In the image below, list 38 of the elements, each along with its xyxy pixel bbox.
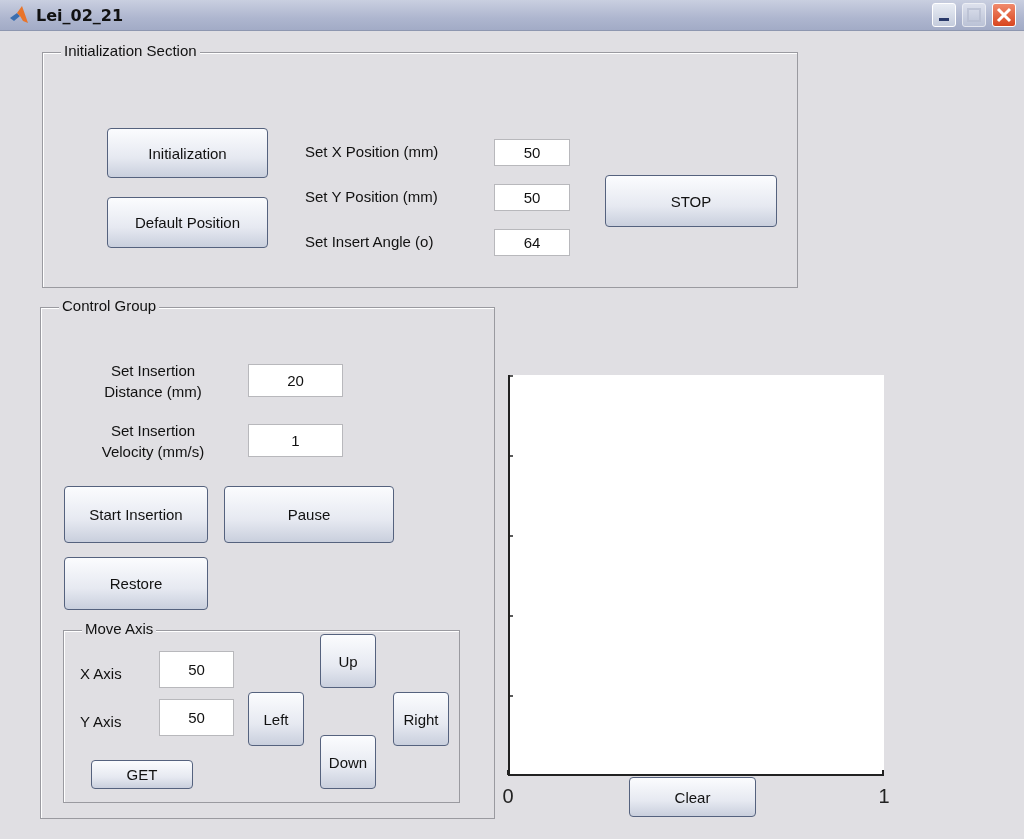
control-button[interactable]: Pause xyxy=(224,486,394,543)
panel-title: Initialization Section xyxy=(61,42,200,59)
field-label: Set X Position (mm) xyxy=(305,142,439,162)
control-button[interactable]: Start Insertion xyxy=(64,486,208,543)
panel-button[interactable]: Default Position xyxy=(107,197,268,248)
maximize-icon xyxy=(967,8,981,22)
number-field[interactable]: 50 xyxy=(494,184,570,211)
tick-label: 0 xyxy=(502,785,514,807)
axis-field[interactable]: 50 xyxy=(159,651,234,688)
field-label: X Axis xyxy=(80,664,122,684)
tick-label: 1 xyxy=(878,785,890,807)
close-icon xyxy=(996,7,1012,23)
stop-button[interactable]: STOP xyxy=(605,175,777,227)
panel-title: Move Axis xyxy=(82,620,157,637)
get-button[interactable]: GET xyxy=(91,760,193,789)
number-field[interactable]: 50 xyxy=(494,139,570,166)
axis-field[interactable]: 50 xyxy=(159,699,234,736)
close-button[interactable] xyxy=(992,3,1016,27)
field-label: Set Insertion Distance (mm) xyxy=(103,361,203,402)
field-label: Set Insertion Velocity (mm/s) xyxy=(100,421,206,462)
minimize-icon xyxy=(939,17,949,21)
minimize-button[interactable] xyxy=(932,3,956,27)
clear-button[interactable]: Clear xyxy=(629,777,756,817)
panel-title: Control Group xyxy=(59,297,160,314)
control-button[interactable]: Restore xyxy=(64,557,208,610)
app-icon xyxy=(8,4,30,26)
window-title: Lei_02_21 xyxy=(36,5,124,25)
direction-button[interactable]: Right xyxy=(393,692,449,746)
panel-button[interactable]: Initialization xyxy=(107,128,268,178)
field-label: Set Y Position (mm) xyxy=(305,187,438,207)
number-field[interactable]: 64 xyxy=(494,229,570,256)
field-label: Y Axis xyxy=(80,712,122,732)
number-field[interactable]: 1 xyxy=(248,424,343,457)
direction-button[interactable]: Up xyxy=(320,634,376,688)
field-label: Set Insert Angle (o) xyxy=(305,232,434,252)
number-field[interactable]: 20 xyxy=(248,364,343,397)
direction-button[interactable]: Down xyxy=(320,735,376,789)
direction-button[interactable]: Left xyxy=(248,692,304,746)
